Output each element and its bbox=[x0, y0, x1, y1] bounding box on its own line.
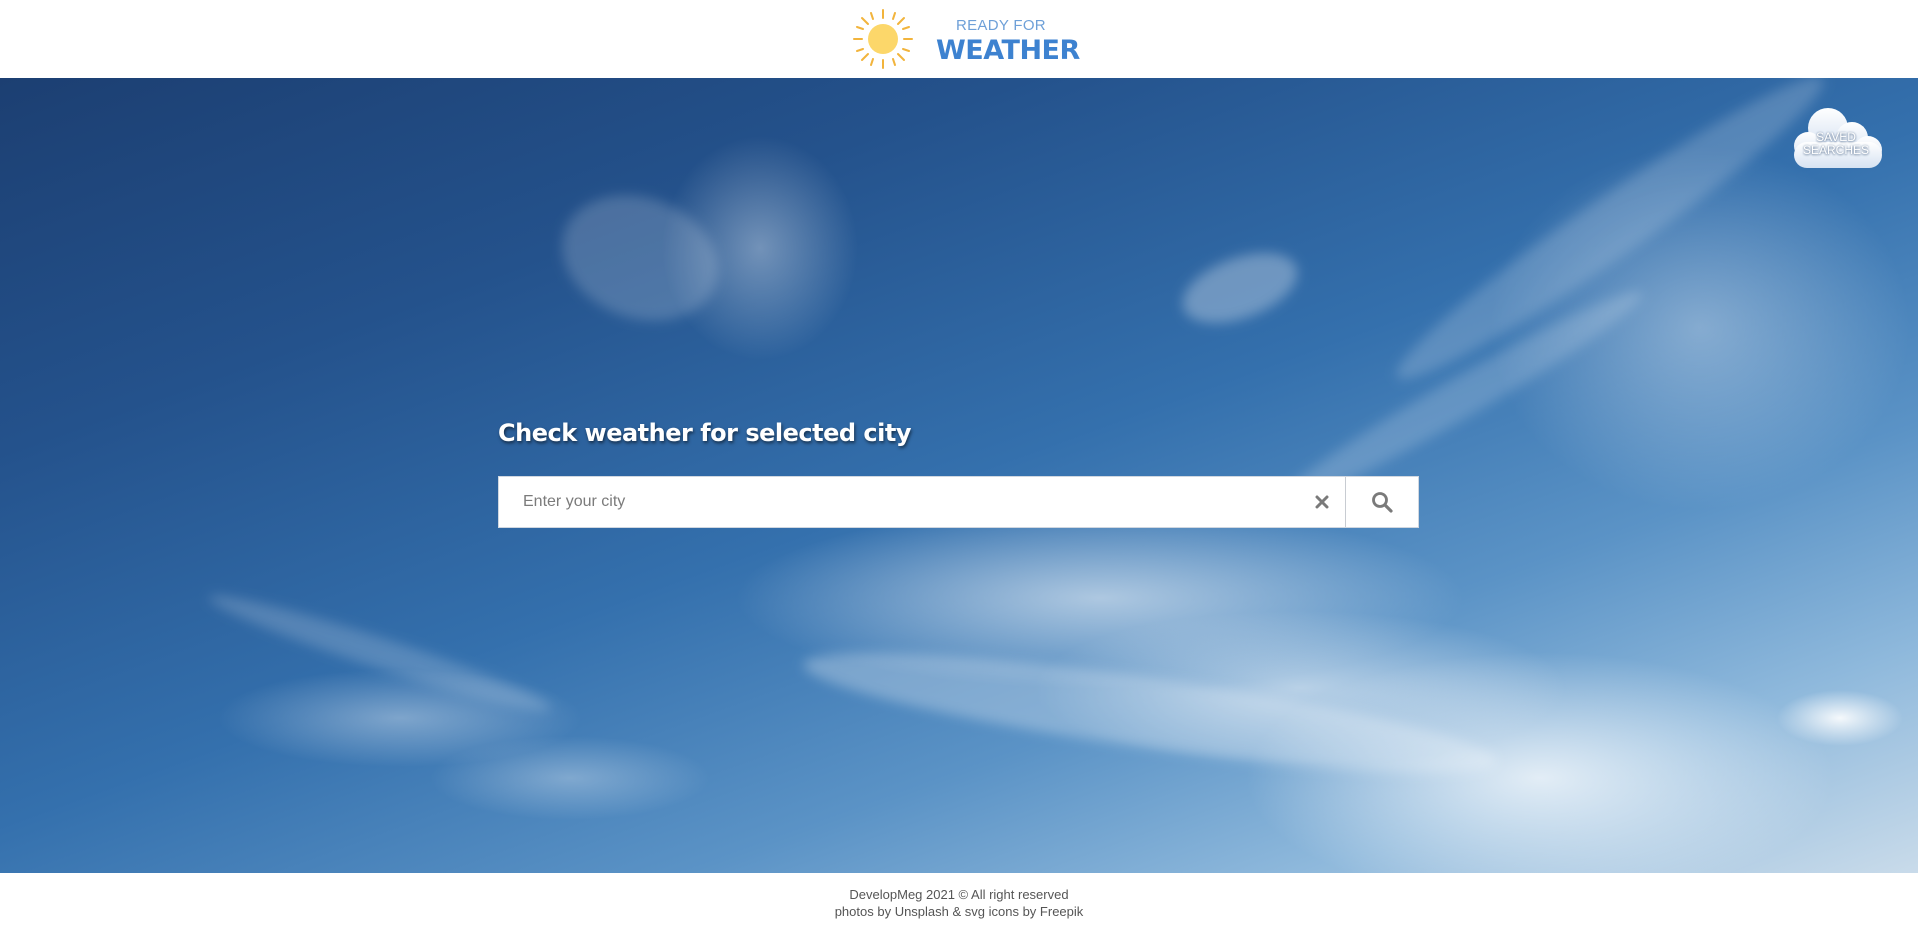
logo-tagline: READY FOR bbox=[956, 17, 1046, 34]
clear-button[interactable] bbox=[1299, 477, 1345, 527]
copyright-text: DevelopMeg 2021 © All right reserved bbox=[849, 887, 1069, 902]
page-footer: DevelopMeg 2021 © All right reserved pho… bbox=[0, 873, 1918, 936]
credits-text: photos by Unsplash & svg icons by Freepi… bbox=[834, 904, 1084, 919]
cloud-streak bbox=[798, 629, 1502, 797]
search-button[interactable] bbox=[1346, 477, 1418, 527]
app-logo[interactable]: READY FOR WEATHER bbox=[852, 8, 1080, 70]
saved-label-line2: SEARCHES bbox=[1802, 143, 1870, 157]
saved-searches-label: SAVED SEARCHES bbox=[1784, 131, 1888, 157]
cloud-streak bbox=[1379, 78, 1841, 402]
sun-icon bbox=[853, 9, 913, 69]
cloud-streak bbox=[1173, 239, 1307, 337]
close-icon bbox=[1315, 495, 1329, 509]
saved-label-line1: SAVED bbox=[1816, 130, 1856, 144]
search-icon bbox=[1372, 492, 1393, 513]
cloud-streak bbox=[204, 583, 556, 723]
saved-searches-button[interactable]: SAVED SEARCHES bbox=[1784, 104, 1888, 172]
search-bar bbox=[498, 476, 1419, 528]
city-search-input[interactable] bbox=[499, 477, 1299, 527]
cloud-streak bbox=[544, 174, 736, 342]
search-heading: Check weather for selected city bbox=[498, 419, 911, 447]
app-header: READY FOR WEATHER bbox=[0, 0, 1918, 78]
logo-title: WEATHER bbox=[936, 35, 1080, 66]
